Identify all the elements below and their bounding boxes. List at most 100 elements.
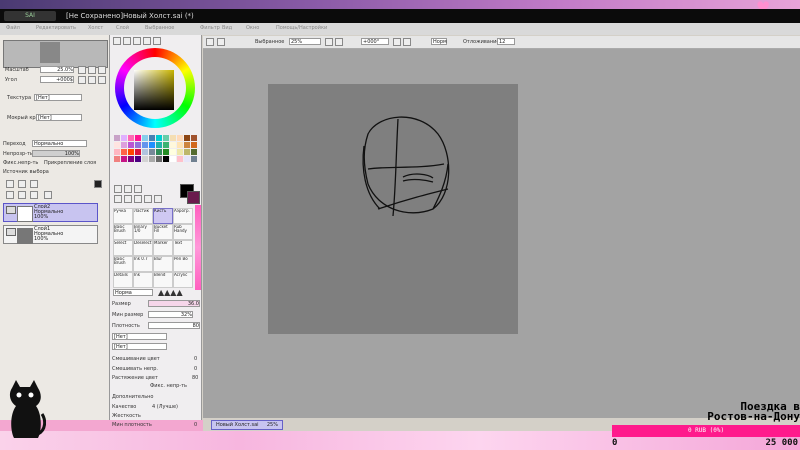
zoom-field[interactable]: 25.0%: [40, 66, 74, 73]
color-swatch[interactable]: [170, 149, 176, 155]
tool-blur[interactable]: Blur: [153, 256, 173, 272]
color-swatch[interactable]: [156, 149, 162, 155]
opacity-slider[interactable]: 100%: [32, 150, 80, 157]
color-swatch[interactable]: [184, 149, 190, 155]
magic-wand-icon[interactable]: [134, 185, 142, 193]
size-slider[interactable]: 36.0: [148, 300, 200, 307]
texture-select[interactable]: [Нет]: [34, 94, 82, 101]
color-swatch[interactable]: [177, 135, 183, 141]
min-density-value[interactable]: 0: [194, 422, 197, 428]
menu-view[interactable]: Вид: [222, 25, 232, 31]
color-swatch[interactable]: [163, 135, 169, 141]
color-swatch[interactable]: [121, 135, 127, 141]
tool-eraser[interactable]: Ластик: [133, 208, 153, 224]
zoom-minus-icon[interactable]: [325, 38, 333, 46]
tool-brush[interactable]: Кисть: [153, 208, 173, 224]
tool-pen-bo[interactable]: Pen Bo: [173, 256, 193, 272]
new-folder-icon[interactable]: [30, 180, 38, 188]
zoom-tool-icon[interactable]: [124, 195, 132, 203]
blend-mode-select[interactable]: Нормально: [32, 140, 87, 147]
drawing-canvas[interactable]: [268, 84, 518, 334]
deselect-icon[interactable]: [217, 38, 225, 46]
color-swatch[interactable]: [128, 142, 134, 148]
mask-icon[interactable]: [94, 180, 102, 188]
menu-help[interactable]: Помощь/Настройки: [276, 25, 327, 31]
canvas-zoom-select[interactable]: 25%: [289, 38, 321, 45]
canvas-mode-select[interactable]: Норм: [431, 38, 447, 45]
rgb-slider-icon[interactable]: [123, 37, 131, 45]
canvas-angle-select[interactable]: +000°: [361, 38, 389, 45]
color-swatch[interactable]: [191, 149, 197, 155]
dilution-value[interactable]: 0: [194, 366, 197, 372]
selection-source-checkbox[interactable]: Источник выбора: [3, 169, 49, 175]
color-swatch[interactable]: [114, 156, 120, 162]
secondary-color-chip[interactable]: [187, 191, 200, 204]
color-swatch[interactable]: [163, 156, 169, 162]
menu-window[interactable]: Окно: [246, 25, 259, 31]
color-swatch[interactable]: [163, 142, 169, 148]
color-swatch[interactable]: [135, 135, 141, 141]
tool-rub[interactable]: Rub Handy: [173, 224, 193, 240]
clip-layer-checkbox[interactable]: Прикрепление слоя: [44, 160, 96, 166]
color-swatch[interactable]: [121, 156, 127, 162]
color-swatch[interactable]: [156, 135, 162, 141]
new-layer-icon[interactable]: [6, 180, 14, 188]
persistence-value[interactable]: 80: [192, 375, 198, 381]
density-slider[interactable]: 80: [148, 322, 200, 329]
color-swatch[interactable]: [149, 149, 155, 155]
rotate-reset-button[interactable]: [98, 76, 106, 84]
menu-file[interactable]: Файл: [6, 25, 20, 31]
scratchpad-icon[interactable]: [153, 37, 161, 45]
brush-mode-select[interactable]: Норма: [113, 289, 153, 296]
stabilizer-select[interactable]: 12: [497, 38, 515, 45]
color-swatch[interactable]: [170, 156, 176, 162]
color-swatch[interactable]: [184, 142, 190, 148]
rect-select-icon[interactable]: [114, 185, 122, 193]
color-swatch[interactable]: [128, 149, 134, 155]
menu-edit[interactable]: Редактировать: [36, 25, 76, 31]
tool-binary[interactable]: Binary 1/0: [133, 224, 153, 240]
tool-basic-brush-2[interactable]: Basic Brush: [113, 256, 133, 272]
merge-icon[interactable]: [30, 191, 38, 199]
color-swatch[interactable]: [191, 135, 197, 141]
color-swatch[interactable]: [177, 142, 183, 148]
color-swatch[interactable]: [177, 156, 183, 162]
tool-text[interactable]: Text: [173, 240, 193, 256]
tool-select[interactable]: Select: [113, 240, 133, 256]
color-swatch[interactable]: [191, 142, 197, 148]
color-swatch[interactable]: [128, 135, 134, 141]
zoom-in-button[interactable]: [78, 66, 86, 74]
tool-blend[interactable]: Blend: [153, 272, 173, 288]
angle-field[interactable]: +000$: [40, 76, 74, 83]
color-swatch[interactable]: [128, 156, 134, 162]
tool-ink-2[interactable]: Ink: [133, 272, 153, 288]
copy-layer-icon[interactable]: [6, 191, 14, 199]
color-swatch[interactable]: [121, 142, 127, 148]
color-wheel-mode-icon[interactable]: [113, 37, 121, 45]
color-swatch[interactable]: [142, 142, 148, 148]
blend-value[interactable]: 0: [194, 356, 197, 362]
quality-select[interactable]: 4 (Лучше): [152, 404, 178, 410]
min-size-slider[interactable]: 32%: [148, 311, 193, 318]
tool-bucket[interactable]: Bucket Fill: [153, 224, 173, 240]
color-swatch[interactable]: [114, 142, 120, 148]
tool-acrylic[interactable]: Acrylic: [173, 272, 193, 288]
menu-canvas[interactable]: Холст: [88, 25, 103, 31]
tool-airbrush[interactable]: Аэрогр.: [173, 208, 193, 224]
new-linework-icon[interactable]: [18, 180, 26, 188]
wet-edge-select[interactable]: [Нет]: [36, 114, 82, 121]
show-selection-checkbox[interactable]: Выбранное: [255, 39, 284, 45]
color-swatch[interactable]: [135, 142, 141, 148]
fix-opacity-checkbox[interactable]: Фикс.непр-ть: [3, 160, 38, 166]
saturation-value-square[interactable]: [134, 70, 174, 110]
brush-shape-select[interactable]: [Нет]: [112, 333, 167, 340]
color-swatch[interactable]: [184, 135, 190, 141]
color-swatch[interactable]: [142, 156, 148, 162]
tool-ink[interactable]: Ink 0.7: [133, 256, 153, 272]
tool-marker[interactable]: Marker: [153, 240, 173, 256]
tool-details[interactable]: Details: [113, 272, 133, 288]
delete-layer-icon[interactable]: [44, 191, 52, 199]
keep-opacity-checkbox[interactable]: Фикс. непр-ть: [150, 383, 187, 389]
color-swatch[interactable]: [114, 149, 120, 155]
zoom-plus-icon[interactable]: [335, 38, 343, 46]
